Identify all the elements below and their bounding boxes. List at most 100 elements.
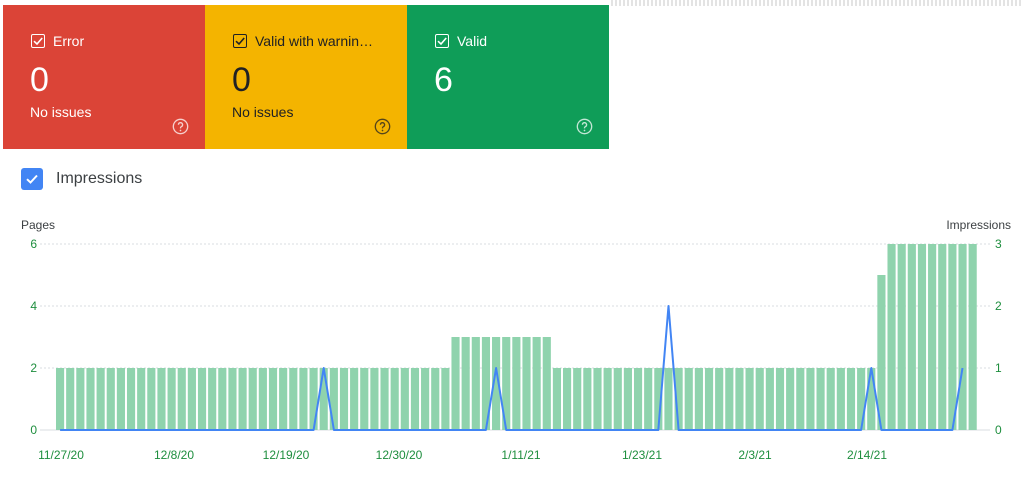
pages-bar	[836, 368, 845, 430]
pages-bars	[56, 244, 977, 430]
pages-bar	[725, 368, 734, 430]
pages-bar	[613, 368, 622, 430]
checkbox-checked-icon[interactable]	[435, 34, 449, 48]
pages-bar	[116, 368, 125, 430]
pages-bar	[563, 368, 572, 430]
checkbox-checked-icon[interactable]	[31, 34, 45, 48]
pages-bar	[887, 244, 896, 430]
pages-bar	[228, 368, 237, 430]
right-axis-title: Impressions	[946, 218, 1011, 232]
valid-card-header: Valid	[435, 33, 487, 49]
valid-card[interactable]: Valid 6	[407, 5, 609, 149]
pages-bar	[370, 368, 379, 430]
pages-bar	[846, 368, 856, 430]
pages-bar	[258, 368, 267, 430]
performance-chart[interactable]: Pages Impressions 6 4 2 0 3 2 1 0 11/27/20 12/8…	[0, 210, 1021, 481]
pages-bar	[279, 368, 288, 430]
help-icon[interactable]	[576, 118, 593, 135]
pages-bar	[137, 368, 146, 430]
pages-bar	[907, 244, 916, 430]
pages-bar	[339, 368, 349, 430]
pages-bar	[197, 368, 207, 430]
pages-bar	[431, 368, 440, 430]
pages-bar	[826, 368, 835, 430]
error-card-count: 0	[30, 61, 49, 99]
pages-bar	[735, 368, 744, 430]
pages-bar	[867, 368, 876, 430]
warning-card[interactable]: Valid with warnin… 0 No issues	[205, 5, 407, 149]
pages-bar	[309, 368, 318, 430]
pages-bar	[461, 337, 470, 430]
pages-bar	[56, 368, 65, 430]
pages-bar	[532, 337, 541, 430]
error-card-subtitle: No issues	[30, 104, 92, 120]
pages-bar	[542, 337, 551, 430]
pages-bar	[421, 368, 430, 430]
right-tick-label: 1	[995, 361, 1002, 375]
left-axis-ticks: 6 4 2 0	[30, 237, 37, 437]
pages-bar	[603, 368, 612, 430]
pages-bar	[238, 368, 247, 430]
x-tick-label: 2/3/21	[738, 448, 772, 462]
pages-bar	[694, 368, 703, 430]
pages-bar	[319, 368, 328, 430]
pages-bar	[958, 244, 967, 430]
pages-bar	[147, 368, 156, 430]
pages-bar	[410, 368, 420, 430]
pages-bar	[329, 368, 338, 430]
error-card-header: Error	[31, 33, 84, 49]
pages-bar	[187, 368, 196, 430]
x-tick-label: 1/23/21	[622, 448, 662, 462]
left-tick-label: 4	[30, 299, 37, 313]
pages-bar	[512, 337, 521, 430]
pages-bar	[583, 368, 592, 430]
impressions-toggle[interactable]: Impressions	[21, 168, 142, 190]
help-icon[interactable]	[172, 118, 189, 135]
impressions-checkbox-icon[interactable]	[21, 168, 43, 190]
pages-bar	[96, 368, 105, 430]
pages-bar	[441, 368, 450, 430]
pages-bar	[857, 368, 866, 430]
x-tick-label: 12/8/20	[154, 448, 194, 462]
pages-bar	[816, 368, 825, 430]
pages-bar	[917, 244, 927, 430]
pages-bar	[968, 244, 977, 430]
valid-card-title: Valid	[457, 33, 488, 49]
error-card[interactable]: Error 0 No issues	[3, 5, 205, 149]
valid-card-count: 6	[434, 61, 453, 99]
right-tick-label: 2	[995, 299, 1002, 313]
x-tick-label: 11/27/20	[38, 448, 84, 462]
pages-bar	[86, 368, 95, 430]
pages-bar	[451, 337, 460, 430]
pages-bar	[400, 368, 409, 430]
checkbox-checked-icon[interactable]	[233, 34, 247, 48]
pages-bar	[704, 368, 714, 430]
pages-bar	[380, 368, 389, 430]
right-tick-label: 0	[995, 423, 1002, 437]
pages-bar	[522, 337, 531, 430]
pages-bar	[106, 368, 115, 430]
left-tick-label: 6	[30, 237, 37, 251]
pages-bar	[157, 368, 166, 430]
pages-bar	[268, 368, 278, 430]
pages-bar	[664, 368, 673, 430]
pages-bar	[623, 368, 632, 430]
x-tick-label: 12/30/20	[376, 448, 423, 462]
x-tick-label: 1/11/21	[501, 448, 540, 462]
pages-bar	[715, 368, 724, 430]
pages-bar	[350, 368, 359, 430]
x-tick-label: 12/19/20	[263, 448, 310, 462]
pages-bar	[684, 368, 693, 430]
impressions-label: Impressions	[56, 170, 143, 187]
left-tick-label: 2	[30, 361, 37, 375]
pages-bar	[897, 244, 906, 430]
pages-bar	[806, 368, 815, 430]
pages-bar	[938, 244, 947, 430]
pages-bar	[593, 368, 602, 430]
x-axis-ticks: 11/27/20 12/8/20 12/19/20 12/30/20 1/11/21 1/…	[38, 448, 887, 462]
right-axis-ticks: 3 2 1 0	[995, 237, 1002, 437]
error-card-title: Error	[53, 33, 85, 49]
pages-bar	[633, 368, 643, 430]
warning-card-count: 0	[232, 61, 251, 99]
help-icon[interactable]	[374, 118, 391, 135]
